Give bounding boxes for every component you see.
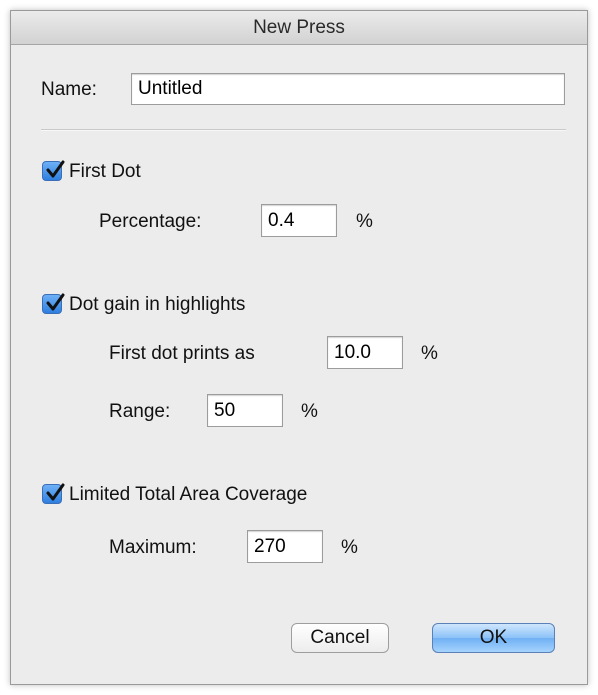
maximum-input[interactable]: [247, 530, 323, 563]
range-label: Range:: [109, 401, 171, 422]
first-dot-prints-input[interactable]: [327, 336, 403, 369]
ok-button[interactable]: OK: [432, 623, 555, 653]
percentage-unit: %: [356, 211, 373, 232]
dot-gain-label: Dot gain in highlights: [69, 294, 246, 315]
dot-gain-checkbox[interactable]: [42, 293, 65, 314]
name-input[interactable]: [131, 73, 565, 105]
maximum-label: Maximum:: [109, 537, 197, 558]
percentage-input[interactable]: [261, 204, 337, 237]
separator: [41, 129, 566, 131]
cancel-button-label: Cancel: [310, 627, 370, 648]
percentage-label: Percentage:: [99, 211, 202, 232]
tac-label: Limited Total Area Coverage: [69, 484, 308, 505]
first-dot-checkbox[interactable]: [42, 160, 65, 181]
first-dot-prints-label: First dot prints as: [109, 343, 255, 364]
name-label: Name:: [41, 79, 97, 100]
checkmark-icon: [46, 160, 65, 178]
new-press-dialog: New Press Name: First Dot Percentage: % …: [10, 10, 588, 685]
checkmark-icon: [46, 293, 65, 311]
range-unit: %: [301, 401, 318, 422]
first-dot-prints-unit: %: [421, 343, 438, 364]
maximum-unit: %: [341, 537, 358, 558]
cancel-button[interactable]: Cancel: [291, 623, 389, 653]
window-title: New Press: [253, 17, 345, 38]
ok-button-label: OK: [479, 627, 508, 648]
range-input[interactable]: [207, 394, 283, 427]
checkmark-icon: [46, 483, 65, 501]
first-dot-label: First Dot: [69, 161, 141, 182]
tac-checkbox[interactable]: [42, 483, 65, 504]
title-bar[interactable]: New Press: [11, 11, 587, 45]
